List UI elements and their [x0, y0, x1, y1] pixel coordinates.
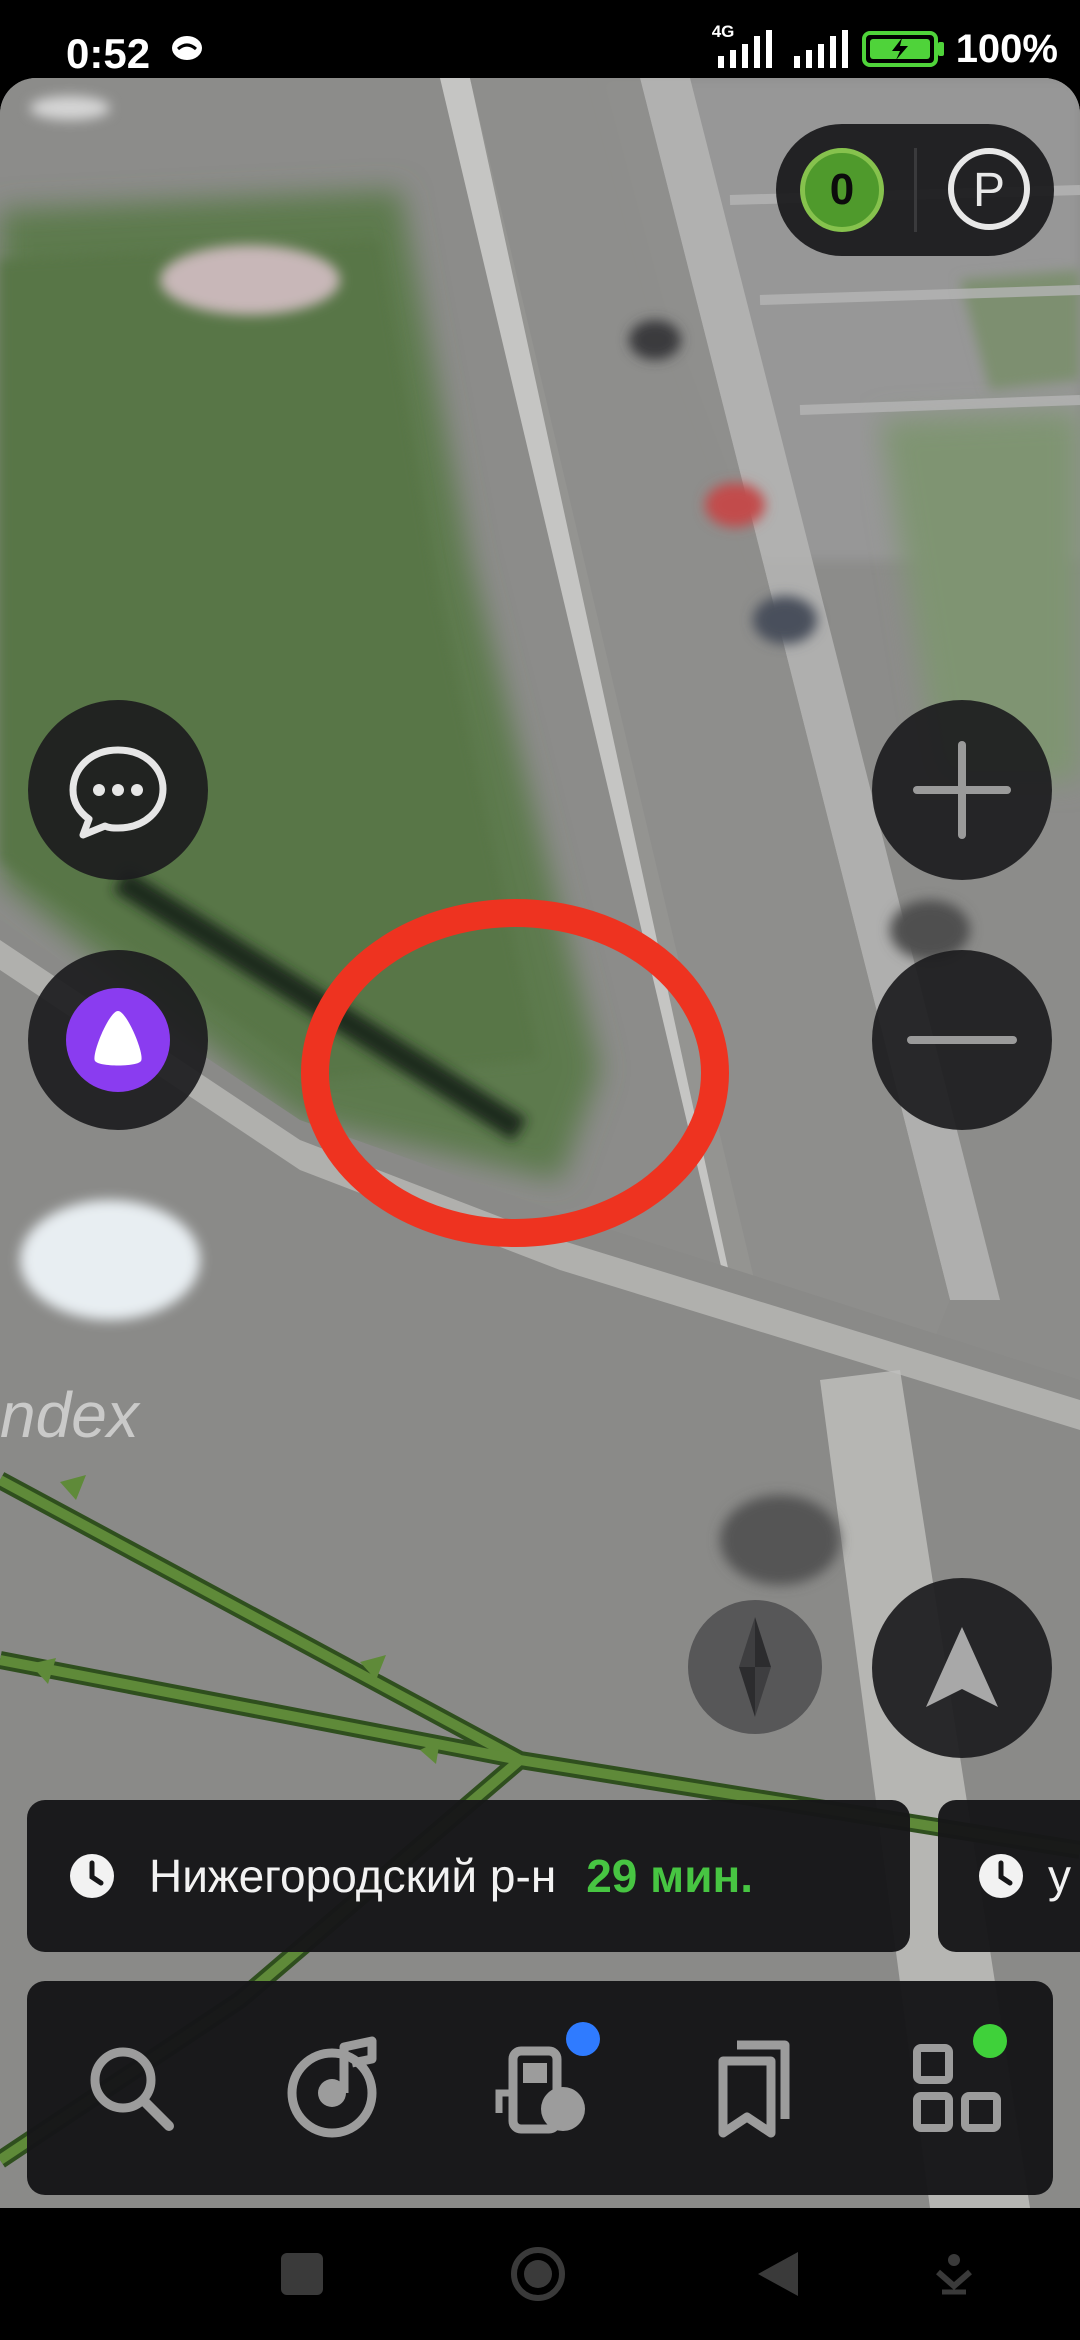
- alice-assistant-icon: [66, 988, 170, 1092]
- hide-nav-button[interactable]: [926, 2246, 982, 2302]
- recent-apps-button[interactable]: [274, 2246, 330, 2302]
- location-arrow-icon: [926, 1627, 998, 1707]
- music-icon: [287, 2036, 377, 2138]
- compass-icon: [739, 1617, 771, 1717]
- home-button[interactable]: [510, 2246, 566, 2302]
- system-nav-bar: [0, 2208, 1080, 2340]
- battery-icon: [861, 31, 944, 67]
- nav-music[interactable]: [275, 2026, 399, 2150]
- my-location-button[interactable]: [872, 1578, 1052, 1758]
- destination-card-2[interactable]: у: [938, 1800, 1080, 1952]
- status-right: 4G 100%: [712, 22, 1058, 74]
- map-watermark: ndex: [0, 1379, 139, 1451]
- status-bar: 0:52 4G 100%: [0, 0, 1080, 78]
- back-button[interactable]: [750, 2246, 806, 2302]
- services-badge: [973, 2024, 1007, 2058]
- bottom-nav: [27, 1981, 1053, 2195]
- selection-circle: [301, 899, 729, 1247]
- zoom-out-icon: [907, 1036, 1017, 1044]
- status-time: 0:52: [66, 30, 151, 77]
- home-circle-icon: [511, 2247, 565, 2301]
- nav-bookmarks[interactable]: [689, 2026, 813, 2150]
- square-icon: [281, 2253, 323, 2295]
- chat-button[interactable]: [28, 700, 208, 880]
- zoom-out-button[interactable]: [872, 950, 1052, 1130]
- top-info-pill[interactable]: 0 P: [776, 124, 1054, 256]
- destination-card[interactable]: Нижегородский р-н 29 мин.: [27, 1800, 910, 1952]
- svg-text:P: P: [973, 164, 1005, 217]
- destination-time: 29 мин.: [586, 1850, 754, 1902]
- search-icon: [90, 2047, 174, 2131]
- nav-gas-station[interactable]: [482, 2022, 606, 2150]
- clock-icon: [979, 1854, 1023, 1898]
- alice-button[interactable]: [28, 950, 208, 1130]
- network-indicator: 4G: [712, 22, 782, 72]
- compass-button[interactable]: [688, 1600, 822, 1734]
- network-type: 4G: [711, 22, 735, 41]
- clock-icon: [70, 1854, 114, 1898]
- pill-divider: [914, 148, 917, 232]
- chevron-down-icon: [936, 2254, 972, 2295]
- signal-icon-2: [793, 30, 848, 68]
- back-triangle-icon: [758, 2252, 798, 2296]
- destination-name: Нижегородский р-н: [149, 1850, 557, 1902]
- destination-name-2: у: [1048, 1850, 1071, 1902]
- notification-icon: [172, 36, 202, 60]
- battery-percent: 100%: [955, 26, 1058, 71]
- nav-services[interactable]: [895, 2024, 1019, 2150]
- speed-limit-badge[interactable]: 0: [800, 148, 884, 232]
- zoom-in-icon: [913, 741, 1011, 839]
- chat-icon: [69, 746, 167, 839]
- parking-icon[interactable]: P: [944, 144, 1034, 234]
- bookmarks-icon: [718, 2040, 790, 2138]
- zoom-in-button[interactable]: [872, 700, 1052, 880]
- gas-station-badge: [566, 2022, 600, 2056]
- nav-search[interactable]: [69, 2026, 193, 2150]
